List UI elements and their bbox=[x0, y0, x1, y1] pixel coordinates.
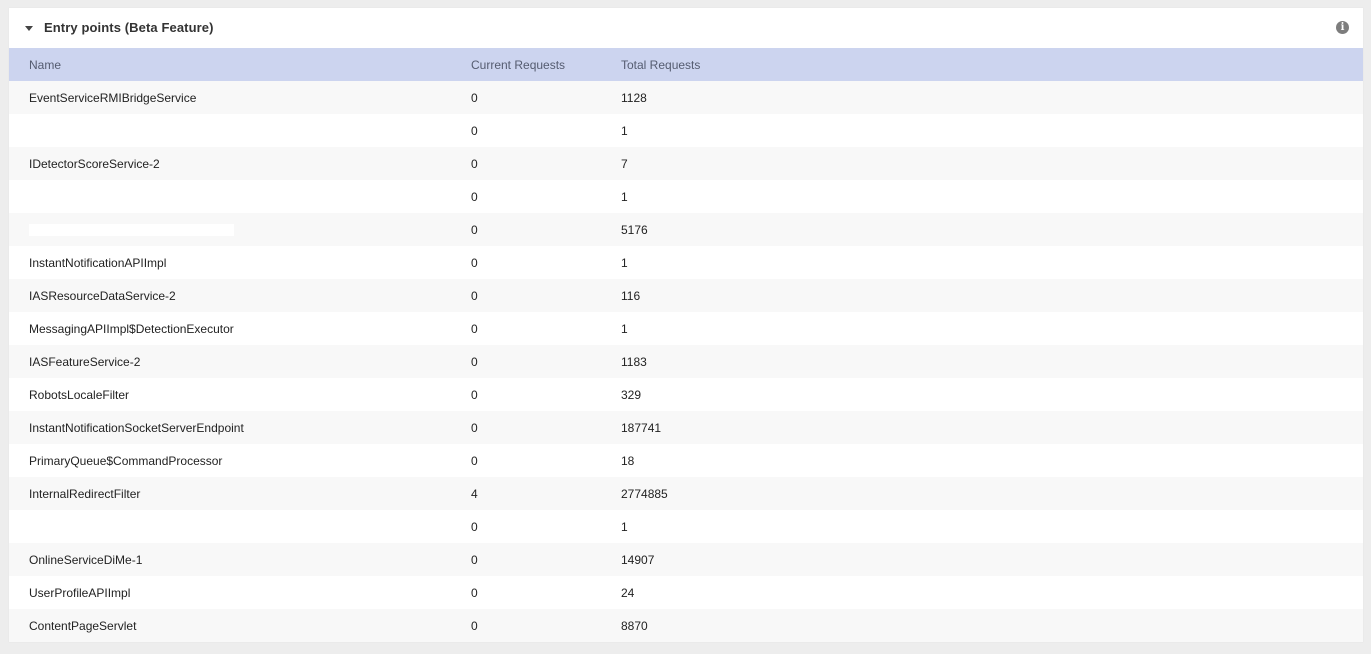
cell-total-requests: 329 bbox=[621, 387, 642, 402]
cell-current-requests: 0 bbox=[471, 255, 478, 270]
cell-current-requests: 0 bbox=[471, 519, 478, 534]
cell-name bbox=[9, 510, 471, 543]
cell-current-requests: 0 bbox=[471, 420, 478, 435]
cell-current-requests: 0 bbox=[471, 354, 478, 369]
table-row[interactable]: EventServiceRMIBridgeService 0 1128 bbox=[9, 81, 1363, 114]
cell-name: IASResourceDataService-2 bbox=[29, 288, 176, 303]
cell-name: RobotsLocaleFilter bbox=[29, 387, 130, 402]
cell-name: MessagingAPIImpl$DetectionExecutor bbox=[29, 321, 234, 336]
panel-title: Entry points (Beta Feature) bbox=[44, 20, 214, 35]
cell-name bbox=[9, 213, 471, 246]
cell-total-requests: 18 bbox=[621, 453, 635, 468]
table-row[interactable]: PrimaryQueue$CommandProcessor 0 18 bbox=[9, 444, 1363, 477]
cell-total-requests: 2774885 bbox=[621, 486, 668, 501]
cell-current-requests: 0 bbox=[471, 156, 478, 171]
cell-name bbox=[9, 114, 471, 147]
cell-current-requests: 0 bbox=[471, 618, 478, 633]
cell-total-requests: 1 bbox=[621, 321, 628, 336]
cell-total-requests: 1 bbox=[621, 255, 628, 270]
cell-current-requests: 0 bbox=[471, 387, 478, 402]
cell-current-requests: 0 bbox=[471, 585, 478, 600]
table-row[interactable]: 01 bbox=[9, 180, 1363, 213]
table-row[interactable]: ContentPageServlet 0 8870 bbox=[9, 609, 1363, 642]
column-header-current-requests[interactable]: Current Requests bbox=[471, 48, 621, 81]
cell-name: PrimaryQueue$CommandProcessor bbox=[29, 453, 223, 468]
table-row[interactable]: 01 bbox=[9, 114, 1363, 147]
cell-total-requests: 14907 bbox=[621, 552, 655, 567]
cell-total-requests: 187741 bbox=[621, 420, 662, 435]
column-header-name[interactable]: Name bbox=[9, 48, 471, 81]
column-header-total-requests[interactable]: Total Requests bbox=[621, 48, 1363, 81]
info-icon[interactable]: i bbox=[1336, 21, 1349, 34]
cell-name: InstantNotificationAPIImpl bbox=[29, 255, 167, 270]
table-row[interactable]: IASResourceDataService-2 0 116 bbox=[9, 279, 1363, 312]
entry-points-panel: Entry points (Beta Feature) i Name Curre… bbox=[9, 8, 1363, 642]
cell-total-requests: 7 bbox=[621, 156, 628, 171]
table-row[interactable]: 0 5176 bbox=[9, 213, 1363, 246]
table-row[interactable]: IDetectorScoreService-2 0 7 bbox=[9, 147, 1363, 180]
cell-name: UserProfileAPIImpl bbox=[29, 585, 131, 600]
entry-points-table: Name Current Requests Total Requests Eve… bbox=[9, 48, 1363, 642]
cell-name: ContentPageServlet bbox=[29, 618, 137, 633]
cell-total-requests: 1128 bbox=[621, 90, 647, 105]
cell-name: EventServiceRMIBridgeService bbox=[29, 90, 197, 105]
cell-current-requests: 0 bbox=[471, 222, 478, 237]
cell-current-requests: 0 bbox=[471, 321, 478, 336]
cell-name: OnlineServiceDiMe-1 bbox=[29, 552, 143, 567]
cell-total-requests: 116 bbox=[621, 288, 641, 303]
caret-down-icon[interactable] bbox=[25, 26, 33, 31]
table-header-row: Name Current Requests Total Requests bbox=[9, 48, 1363, 81]
cell-current-requests: 4 bbox=[471, 486, 478, 501]
table-row[interactable]: MessagingAPIImpl$DetectionExecutor 0 1 bbox=[9, 312, 1363, 345]
cell-total-requests: 1 bbox=[621, 123, 628, 138]
cell-total-requests: 8870 bbox=[621, 618, 648, 633]
panel-header[interactable]: Entry points (Beta Feature) i bbox=[9, 8, 1363, 48]
table-row[interactable]: RobotsLocaleFilter 0 329 bbox=[9, 378, 1363, 411]
cell-name bbox=[9, 180, 471, 213]
cell-name: InternalRedirectFilter bbox=[29, 486, 141, 501]
cell-name: IASFeatureService-2 bbox=[29, 354, 141, 369]
table-row[interactable]: InstantNotificationAPIImpl 0 1 bbox=[9, 246, 1363, 279]
cell-current-requests: 0 bbox=[471, 123, 478, 138]
table-row[interactable]: InternalRedirectFilter 4 2774885 bbox=[9, 477, 1363, 510]
cell-total-requests: 1 bbox=[621, 189, 628, 204]
cell-current-requests: 0 bbox=[471, 552, 478, 567]
cell-current-requests: 0 bbox=[471, 189, 478, 204]
cell-name: IDetectorScoreService-2 bbox=[29, 156, 160, 171]
table-row[interactable]: UserProfileAPIImpl 0 24 bbox=[9, 576, 1363, 609]
cell-name: InstantNotificationSocketServerEndpoint bbox=[29, 420, 244, 435]
cell-total-requests: 24 bbox=[621, 585, 635, 600]
cell-current-requests: 0 bbox=[471, 90, 478, 105]
table-row[interactable]: OnlineServiceDiMe-1 0 14907 bbox=[9, 543, 1363, 576]
cell-total-requests: 1 bbox=[621, 519, 628, 534]
table-row[interactable]: 01 bbox=[9, 510, 1363, 543]
cell-total-requests: 5176 bbox=[621, 222, 648, 237]
cell-current-requests: 0 bbox=[471, 453, 478, 468]
redacted-name bbox=[29, 224, 234, 237]
table-row[interactable]: InstantNotificationSocketServerEndpoint 0… bbox=[9, 411, 1363, 444]
cell-total-requests: 1183 bbox=[621, 354, 647, 369]
table-row[interactable]: IASFeatureService-2 0 1183 bbox=[9, 345, 1363, 378]
cell-current-requests: 0 bbox=[471, 288, 478, 303]
